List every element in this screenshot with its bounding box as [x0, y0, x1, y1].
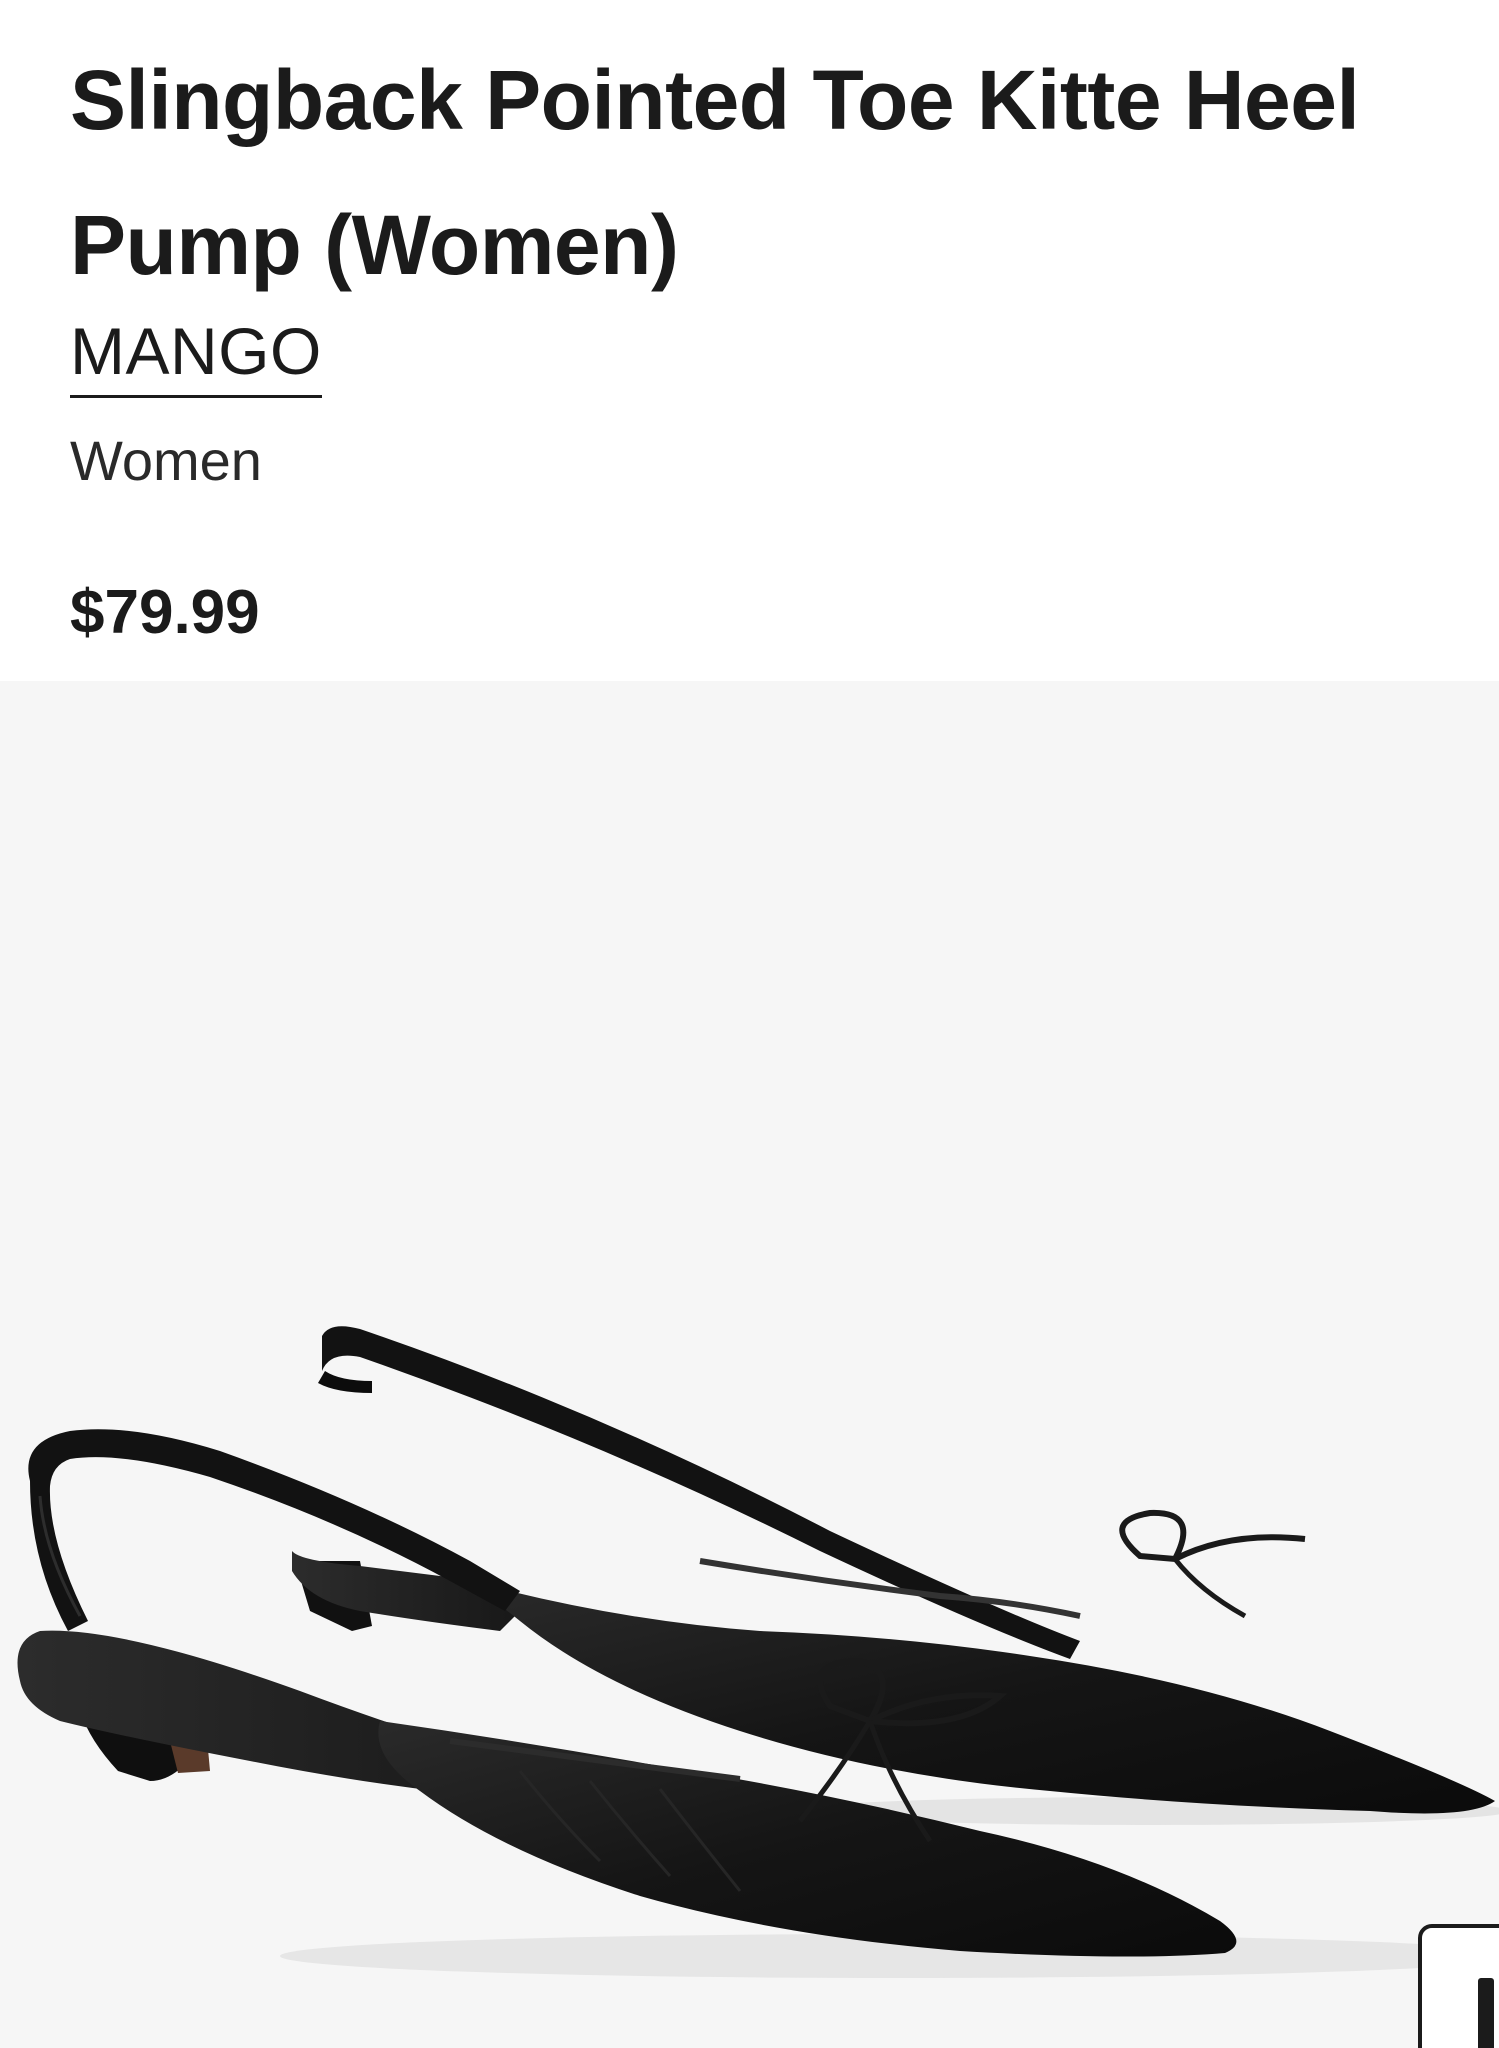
product-title-line-2: Pump (Women) — [70, 198, 679, 292]
product-title-line-1: Slingback Pointed Toe Kitte Heel — [70, 53, 1360, 147]
product-price: $79.99 — [70, 578, 260, 647]
zoom-button[interactable] — [1418, 1924, 1499, 2048]
product-image[interactable] — [0, 681, 1499, 2048]
product-page: Slingback Pointed Toe Kitte Heel Pump (W… — [0, 0, 1499, 2048]
product-category: Women — [70, 429, 262, 492]
product-title: Slingback Pointed Toe Kitte Heel Pump (W… — [70, 28, 1499, 318]
shoe-illustration — [17, 1326, 1499, 1978]
brand-link[interactable]: MANGO — [70, 313, 322, 398]
product-header: Slingback Pointed Toe Kitte Heel Pump (W… — [0, 0, 1499, 681]
zoom-icon — [1478, 1978, 1494, 2048]
